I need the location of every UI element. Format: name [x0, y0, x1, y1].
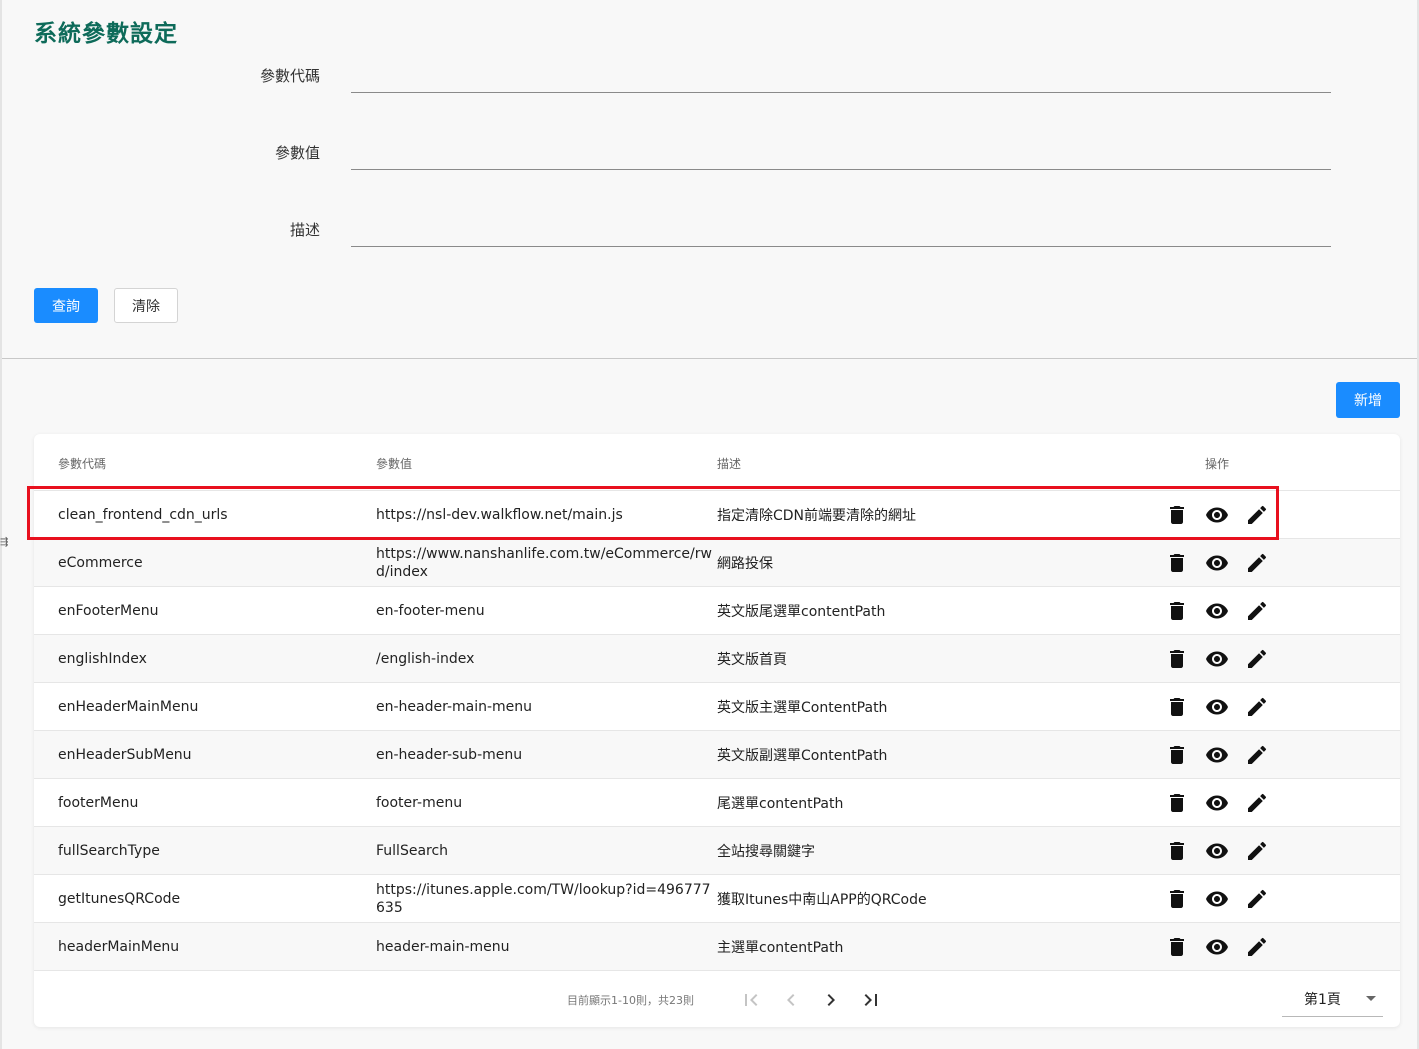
table-row: enFooterMenu en-footer-menu 英文版尾選單contentP… — [34, 587, 1400, 635]
cell-value: /english-index — [376, 650, 475, 667]
cell-description: 獲取Itunes中南山APP的QRCode — [717, 891, 927, 908]
cell-code: englishIndex — [58, 650, 147, 667]
view-icon[interactable] — [1205, 695, 1229, 719]
table-row: fullSearchType FullSearch 全站搜尋關鍵字 — [34, 827, 1400, 875]
prev-page-icon[interactable] — [779, 989, 803, 1011]
chevron-down-icon — [1366, 996, 1376, 1001]
cell-description: 英文版副選單ContentPath — [717, 747, 888, 764]
delete-icon[interactable] — [1165, 695, 1189, 719]
cell-value: https://itunes.apple.com/TW/lookup?id=49… — [376, 881, 711, 916]
delete-icon[interactable] — [1165, 647, 1189, 671]
cell-code: enHeaderSubMenu — [58, 746, 192, 763]
page-select-value: 第1頁 — [1304, 992, 1341, 1008]
cell-value: https://nsl-dev.walkflow.net/main.js — [376, 506, 623, 523]
delete-icon[interactable] — [1165, 743, 1189, 767]
clear-button[interactable]: 清除 — [114, 288, 178, 323]
cell-code: clean_frontend_cdn_urls — [58, 506, 228, 523]
cell-code: footerMenu — [58, 794, 139, 811]
delete-icon[interactable] — [1165, 503, 1189, 527]
last-page-icon[interactable] — [859, 989, 883, 1011]
table-row: footerMenu footer-menu 尾選單contentPath — [34, 779, 1400, 827]
delete-icon[interactable] — [1165, 887, 1189, 911]
delete-icon[interactable] — [1165, 935, 1189, 959]
view-icon[interactable] — [1205, 791, 1229, 815]
cell-value: header-main-menu — [376, 938, 510, 955]
parameters-table: 參數代碼 參數值 描述 操作 clean_frontend_cdn_urlsht… — [34, 434, 1400, 1027]
edit-icon[interactable] — [1245, 647, 1269, 671]
cell-code: fullSearchType — [58, 842, 160, 859]
value-input[interactable] — [351, 133, 1331, 170]
pagination-info: 目前顯示1-10則，共23則 — [567, 994, 694, 1007]
code-input[interactable] — [351, 56, 1331, 93]
form-row-value: 參數值 — [0, 133, 1419, 173]
table-row: eCommerce https://www.nanshanlife.com.tw/… — [34, 539, 1400, 587]
edit-icon[interactable] — [1245, 503, 1269, 527]
cell-value: FullSearch — [376, 842, 449, 859]
table-row: englishIndex/english-index 英文版首頁 — [34, 635, 1400, 683]
cell-code: enFooterMenu — [58, 602, 159, 619]
cell-value: en-header-sub-menu — [376, 746, 523, 763]
cell-description: 尾選單contentPath — [717, 795, 844, 812]
form-row-description: 描述 — [0, 210, 1419, 250]
query-button[interactable]: 查詢 — [34, 288, 98, 323]
next-page-icon[interactable] — [819, 989, 843, 1011]
column-header-actions: 操作 — [1205, 457, 1230, 471]
delete-icon[interactable] — [1165, 839, 1189, 863]
cell-value: en-footer-menu — [376, 602, 485, 619]
cell-description: 網路投保 — [717, 555, 773, 572]
section-divider — [2, 358, 1417, 359]
column-header-code[interactable]: 參數代碼 — [58, 455, 106, 472]
view-icon[interactable] — [1205, 935, 1229, 959]
edit-icon[interactable] — [1245, 599, 1269, 623]
delete-icon[interactable] — [1165, 551, 1189, 575]
view-icon[interactable] — [1205, 743, 1229, 767]
cell-code: eCommerce — [58, 554, 143, 571]
form-row-code: 參數代碼 — [0, 56, 1419, 96]
cell-description: 指定清除CDN前端要清除的網址 — [717, 507, 917, 524]
edit-icon[interactable] — [1245, 743, 1269, 767]
view-icon[interactable] — [1205, 887, 1229, 911]
page-select[interactable]: 第1頁 — [1282, 983, 1383, 1017]
value-label: 參數值 — [274, 144, 320, 162]
cell-value: footer-menu — [376, 794, 463, 811]
cell-value: https://www.nanshanlife.com.tw/eCommerce… — [376, 545, 712, 580]
view-icon[interactable] — [1205, 599, 1229, 623]
view-icon[interactable] — [1205, 647, 1229, 671]
cell-code: enHeaderMainMenu — [58, 698, 199, 715]
edit-icon[interactable] — [1245, 887, 1269, 911]
edit-icon[interactable] — [1245, 695, 1269, 719]
table-row: enHeaderMainMenu en-header-main-menu 英文版主選… — [34, 683, 1400, 731]
description-label: 描述 — [289, 221, 320, 239]
code-label: 參數代碼 — [259, 67, 320, 85]
column-header-value[interactable]: 參數值 — [376, 455, 412, 472]
cell-code: getItunesQRCode — [58, 890, 181, 907]
description-input[interactable] — [351, 210, 1331, 247]
sidebar-toggle-icon[interactable]: ⇶ — [0, 537, 8, 548]
edit-icon[interactable] — [1245, 839, 1269, 863]
cell-value: en-header-main-menu — [376, 698, 533, 715]
table-row: getItunesQRCode https://itunes.apple.com/… — [34, 875, 1400, 923]
column-header-description[interactable]: 描述 — [717, 455, 741, 472]
cell-description: 英文版首頁 — [717, 651, 787, 668]
delete-icon[interactable] — [1165, 791, 1189, 815]
edit-icon[interactable] — [1245, 935, 1269, 959]
cell-description: 英文版尾選單contentPath — [717, 603, 886, 620]
edit-icon[interactable] — [1245, 551, 1269, 575]
cell-description: 全站搜尋關鍵字 — [717, 843, 815, 860]
view-icon[interactable] — [1205, 551, 1229, 575]
edit-icon[interactable] — [1245, 791, 1269, 815]
cell-description: 英文版主選單ContentPath — [717, 699, 888, 716]
cell-code: headerMainMenu — [58, 938, 180, 955]
table-row: enHeaderSubMenu en-header-sub-menu 英文版副選單C… — [34, 731, 1400, 779]
first-page-icon[interactable] — [739, 989, 763, 1011]
table-row: headerMainMenu header-main-menu 主選單content… — [34, 923, 1400, 971]
add-button[interactable]: 新增 — [1336, 382, 1400, 418]
cell-description: 主選單contentPath — [717, 939, 844, 956]
view-icon[interactable] — [1205, 839, 1229, 863]
table-row: clean_frontend_cdn_urls https://nsl-dev.w… — [34, 491, 1400, 539]
page-title: 系統參數設定 — [34, 21, 178, 47]
delete-icon[interactable] — [1165, 599, 1189, 623]
view-icon[interactable] — [1205, 503, 1229, 527]
